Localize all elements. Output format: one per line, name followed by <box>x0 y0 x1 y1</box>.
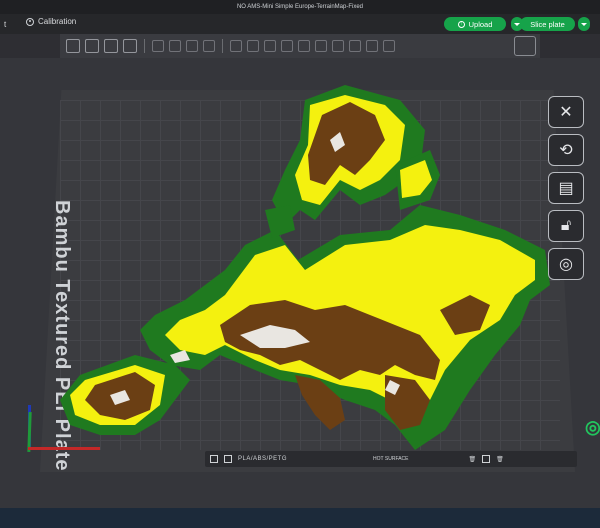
plate-delete-icon[interactable]: 🗑︎ <box>469 456 477 463</box>
plate-material-label: PLA/ABS/PETG <box>238 456 288 462</box>
plate-lock-icon[interactable]: 🗑︎ <box>496 456 504 463</box>
copy-icon[interactable] <box>152 40 164 52</box>
upload-icon: ↑ <box>457 20 465 28</box>
measure-icon[interactable] <box>383 40 395 52</box>
slice-plate-label: Slice plate <box>530 19 565 29</box>
auto-orient-icon[interactable]: ⟲ <box>548 134 584 166</box>
color-paint-icon[interactable] <box>349 40 361 52</box>
plate-type-icon <box>224 455 232 463</box>
window-title: NO AMS-Mini Simple Europe-TerrainMap-Fix… <box>0 0 600 14</box>
lock-icon[interactable]: 🔓︎ <box>548 210 584 242</box>
plate-settings-icon[interactable] <box>482 455 491 463</box>
qr-icon <box>210 455 218 463</box>
status-bar <box>0 508 600 528</box>
upload-button[interactable]: ↑ Upload <box>444 17 506 31</box>
text-icon[interactable] <box>366 40 378 52</box>
orient-icon[interactable] <box>104 39 118 53</box>
hot-surface-label: HOT SURFACE <box>373 456 409 462</box>
close-view-icon[interactable]: ✕ <box>548 96 584 128</box>
delete-icon[interactable] <box>186 40 198 52</box>
toolbar-divider <box>222 39 223 53</box>
toolbar-divider <box>144 39 145 53</box>
menu-bar: t Calibration <box>0 14 600 34</box>
gear-icon <box>26 17 34 26</box>
calibration-menu[interactable]: Calibration <box>26 17 76 26</box>
right-tool-panel: ✕ ⟲ ▤ 🔓︎ ◎ <box>548 96 588 292</box>
undo-icon[interactable] <box>203 40 215 52</box>
rotate-icon[interactable] <box>247 40 259 52</box>
support-paint-icon[interactable] <box>315 40 327 52</box>
grid-icon[interactable] <box>85 39 99 53</box>
slice-plate-button[interactable]: Slice plate <box>520 17 575 31</box>
slice-dropdown-button[interactable] <box>578 17 590 31</box>
axis-x-indicator <box>28 447 100 450</box>
plate-bottom-bar: PLA/ABS/PETG HOT SURFACE 🗑︎ 🗑︎ <box>205 451 577 467</box>
view-eye-icon[interactable]: ◎ <box>548 248 584 280</box>
layout-icon[interactable]: ▤ <box>548 172 584 204</box>
scale-icon[interactable] <box>264 40 276 52</box>
cut-icon[interactable] <box>298 40 310 52</box>
assembly-icon[interactable] <box>514 36 536 56</box>
move-icon[interactable] <box>230 40 242 52</box>
plate-status-icon: ◎ <box>585 417 600 437</box>
upload-label: Upload <box>468 19 493 29</box>
seam-paint-icon[interactable] <box>332 40 344 52</box>
menu-item[interactable]: t <box>4 20 6 29</box>
toolbar <box>60 34 540 58</box>
lay-flat-icon[interactable] <box>281 40 293 52</box>
calibration-label: Calibration <box>38 17 77 26</box>
arrange-icon[interactable] <box>123 39 137 53</box>
add-object-icon[interactable] <box>66 39 80 53</box>
chevron-down-icon <box>581 22 587 26</box>
paste-icon[interactable] <box>169 40 181 52</box>
europe-terrain-model[interactable] <box>40 80 560 450</box>
